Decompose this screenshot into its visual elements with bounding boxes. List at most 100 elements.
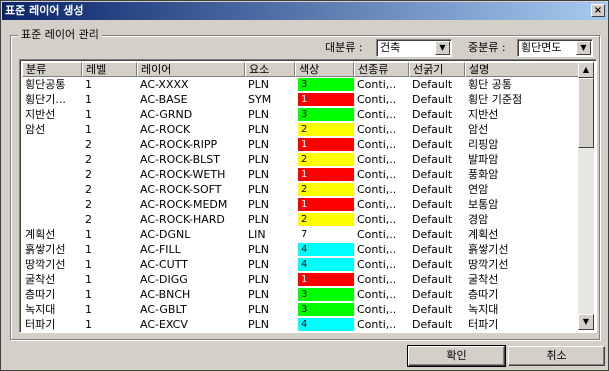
scroll-up-icon[interactable]: ▲ — [578, 62, 594, 78]
cell-linetype: Conti,.. — [357, 108, 397, 121]
cell-weight: Default — [412, 303, 453, 316]
major-category-select[interactable]: 건축 ▼ — [376, 39, 452, 57]
cell-level: 1 — [85, 93, 92, 106]
column-header[interactable]: 레벨 — [82, 62, 137, 77]
color-swatch[interactable]: 2 — [298, 123, 354, 136]
column-header[interactable]: 분류 — [22, 62, 82, 77]
color-swatch[interactable]: 3 — [298, 108, 354, 121]
color-cell: 2 — [295, 182, 354, 197]
color-cell: 3 — [295, 302, 354, 317]
chevron-down-icon[interactable]: ▼ — [435, 41, 450, 55]
cell-cat: 굴착선 — [25, 273, 56, 286]
cancel-button[interactable]: 취소 — [508, 346, 605, 366]
color-swatch[interactable]: 1 — [298, 93, 354, 106]
column-header[interactable]: 색상 — [295, 62, 354, 77]
column-header[interactable]: 요소 — [245, 62, 295, 77]
column-header[interactable]: 설명 — [465, 62, 579, 77]
table-row[interactable]: 2 AC-ROCK-SOFT PLN 2 Conti,.. Default 연암 — [22, 182, 579, 197]
cell-weight: Default — [412, 318, 453, 331]
color-swatch[interactable]: 1 — [298, 273, 354, 286]
table-row[interactable]: 횡단기... 1 AC-BASE SYM 1 Conti,.. Default 횡단 기준점 — [22, 92, 579, 107]
vertical-scrollbar[interactable]: ▲ ▼ — [578, 62, 594, 330]
cell-linetype: Conti,.. — [357, 213, 397, 226]
cell-layer: AC-CUTT — [140, 258, 188, 271]
color-swatch[interactable]: 4 — [298, 243, 354, 256]
table-row[interactable]: 계획선 1 AC-DGNL LIN 7 Conti,.. Default 계획선 — [22, 227, 579, 242]
color-swatch[interactable]: 7 — [298, 228, 354, 241]
cell-cat: 흙쌓기선 — [25, 243, 66, 256]
cell-level: 2 — [85, 138, 92, 151]
cell-elem: PLN — [248, 153, 269, 166]
color-cell: 3 — [295, 287, 354, 302]
cell-desc: 보통암 — [468, 198, 499, 211]
table-row[interactable]: 2 AC-ROCK-WETH PLN 1 Conti,.. Default 풍화암 — [22, 167, 579, 182]
dialog-window: 표준 레이어 생성 × 표준 레이어 관리 대분류 : 건축 ▼ 중분류 : 횡… — [0, 0, 609, 371]
scroll-thumb[interactable] — [578, 78, 594, 148]
cell-weight: Default — [412, 273, 453, 286]
cell-elem: PLN — [248, 213, 269, 226]
window-title: 표준 레이어 생성 — [5, 4, 84, 17]
layer-grid[interactable]: 분류 레벨 레이어 요소 색상 선종류 선굵기 설명 횡단공통 1 AC-XXXX PLN 3 Cont… — [19, 59, 597, 333]
table-row[interactable]: 2 AC-ROCK-HARD PLN 2 Conti,.. Default 경암 — [22, 212, 579, 227]
table-row[interactable]: 2 AC-ROCK-BLST PLN 2 Conti,.. Default 발파암 — [22, 152, 579, 167]
column-header[interactable]: 선종류 — [354, 62, 409, 77]
cell-level: 1 — [85, 243, 92, 256]
table-row[interactable]: 터파기 1 AC-EXCV PLN 4 Conti,.. Default 터파기 — [22, 317, 579, 332]
table-row[interactable]: 녹지대 1 AC-GBLT PLN 3 Conti,.. Default 녹지대 — [22, 302, 579, 317]
cell-level: 1 — [85, 108, 92, 121]
cell-desc: 지반선 — [468, 108, 499, 121]
table-row[interactable]: 굴착선 1 AC-DIGG PLN 1 Conti,.. Default 굴착선 — [22, 272, 579, 287]
cell-elem: PLN — [248, 108, 269, 121]
cell-elem: PLN — [248, 303, 269, 316]
cell-level: 1 — [85, 258, 92, 271]
color-cell: 2 — [295, 122, 354, 137]
cell-desc: 횡단 공통 — [468, 78, 512, 91]
color-swatch[interactable]: 4 — [298, 318, 354, 331]
color-swatch[interactable]: 1 — [298, 198, 354, 211]
color-cell: 3 — [295, 107, 354, 122]
cell-layer: AC-ROCK-RIPP — [140, 138, 218, 151]
table-row[interactable]: 땅깍기선 1 AC-CUTT PLN 4 Conti,.. Default 땅깍기선 — [22, 257, 579, 272]
cell-cat: 암선 — [25, 123, 46, 136]
table-row[interactable]: 2 AC-ROCK-RIPP PLN 1 Conti,.. Default 리핑암 — [22, 137, 579, 152]
cell-weight: Default — [412, 153, 453, 166]
table-row[interactable]: 횡단공통 1 AC-XXXX PLN 3 Conti,.. Default 횡단 공통 — [22, 77, 579, 92]
cell-desc: 경암 — [468, 213, 489, 226]
color-swatch[interactable]: 2 — [298, 213, 354, 226]
cell-desc: 발파암 — [468, 153, 499, 166]
table-row[interactable]: 지반선 1 AC-GRND PLN 3 Conti,.. Default 지반선 — [22, 107, 579, 122]
table-row[interactable]: 2 AC-ROCK-MEDM PLN 1 Conti,.. Default 보통암 — [22, 197, 579, 212]
major-category-label: 대분류 : — [325, 41, 363, 54]
cell-linetype: Conti,.. — [357, 243, 397, 256]
scroll-down-icon[interactable]: ▼ — [578, 314, 594, 330]
color-swatch[interactable]: 2 — [298, 183, 354, 196]
close-button[interactable]: × — [591, 4, 605, 17]
minor-category-select[interactable]: 횡단면도 ▼ — [517, 39, 593, 57]
cell-linetype: Conti,.. — [357, 288, 397, 301]
cell-elem: PLN — [248, 318, 269, 331]
color-swatch[interactable]: 1 — [298, 138, 354, 151]
color-swatch[interactable]: 2 — [298, 153, 354, 166]
cell-cat: 녹지대 — [25, 303, 56, 316]
cell-cat — [22, 197, 82, 212]
cell-layer: AC-XXXX — [140, 78, 189, 91]
color-swatch[interactable]: 3 — [298, 78, 354, 91]
color-swatch[interactable]: 3 — [298, 288, 354, 301]
chevron-down-icon[interactable]: ▼ — [576, 41, 591, 55]
cell-desc: 흙쌓기선 — [468, 243, 509, 256]
color-swatch[interactable]: 1 — [298, 168, 354, 181]
color-swatch[interactable]: 4 — [298, 258, 354, 271]
table-row[interactable]: 흙쌓기선 1 AC-FILL PLN 4 Conti,.. Default 흙쌓기선 — [22, 242, 579, 257]
cell-linetype: Conti,.. — [357, 183, 397, 196]
cell-elem: PLN — [248, 243, 269, 256]
table-row[interactable]: 암선 1 AC-ROCK PLN 2 Conti,.. Default 암선 — [22, 122, 579, 137]
cell-layer: AC-ROCK — [140, 123, 191, 136]
ok-button[interactable]: 확인 — [407, 345, 506, 367]
table-row[interactable]: 층따기 1 AC-BNCH PLN 3 Conti,.. Default 층따기 — [22, 287, 579, 302]
cell-level: 2 — [85, 168, 92, 181]
color-swatch[interactable]: 3 — [298, 303, 354, 316]
grid-header: 분류 레벨 레이어 요소 색상 선종류 선굵기 설명 — [22, 62, 579, 77]
column-header[interactable]: 선굵기 — [409, 62, 465, 77]
column-header[interactable]: 레이어 — [137, 62, 245, 77]
cell-elem: PLN — [248, 138, 269, 151]
